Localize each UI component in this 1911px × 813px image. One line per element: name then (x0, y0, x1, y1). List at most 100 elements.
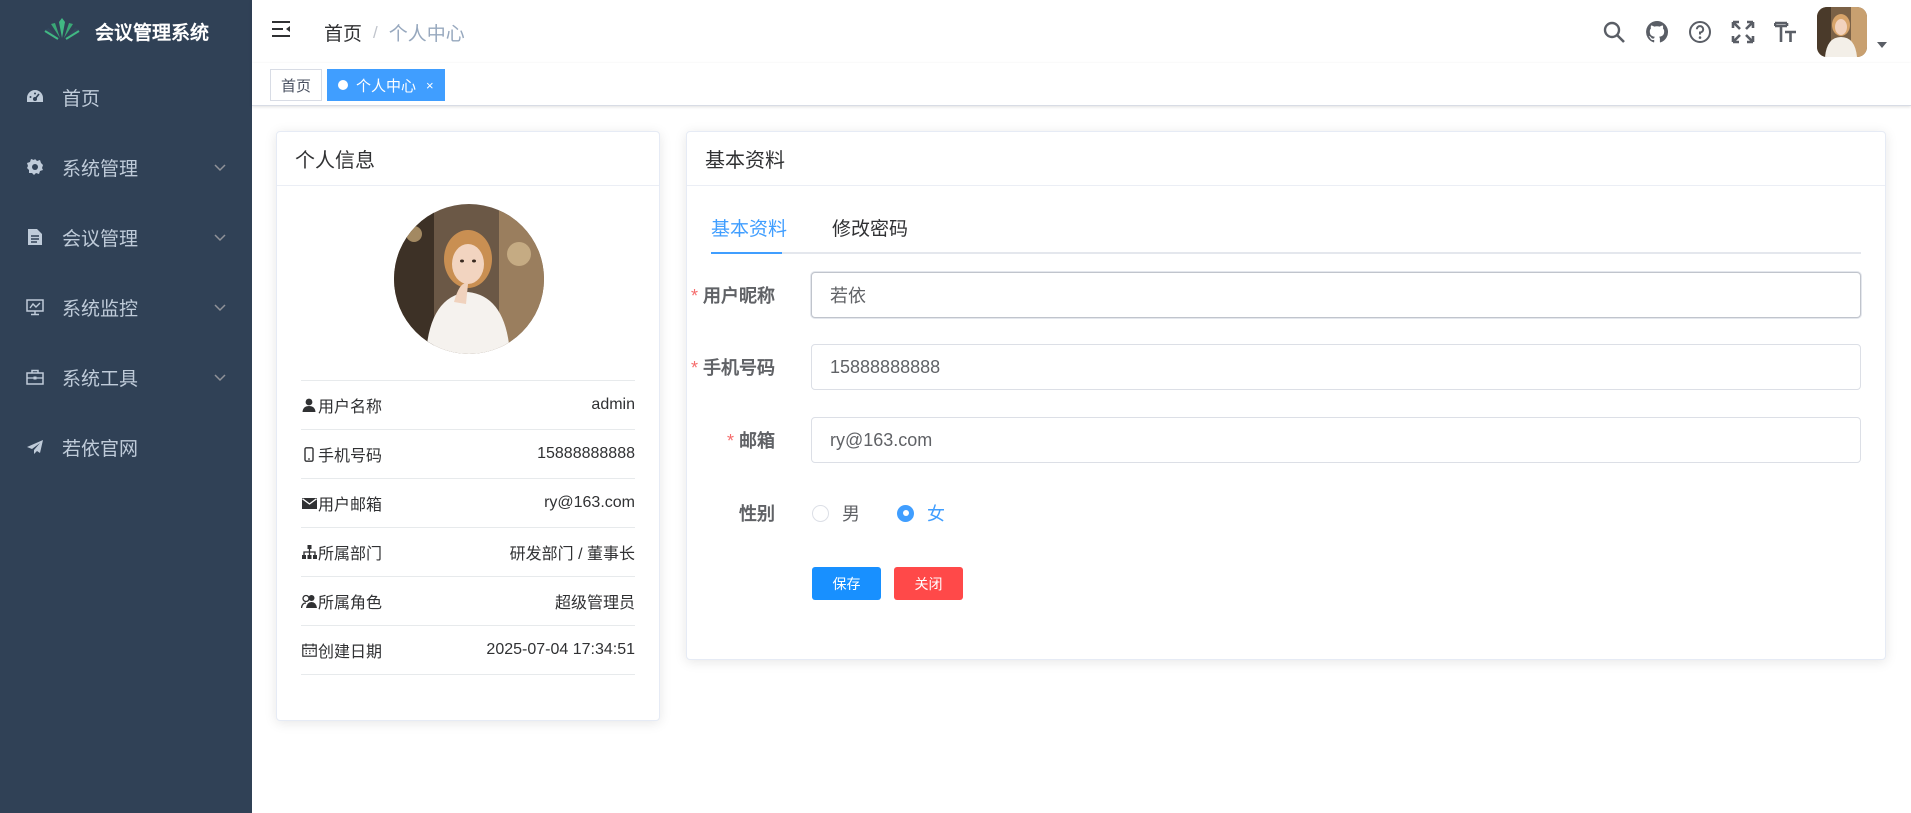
search-icon[interactable] (1601, 19, 1627, 45)
monitor-icon (24, 296, 46, 318)
info-label: 用户邮箱 (318, 497, 383, 514)
chevron-down-icon (214, 297, 226, 317)
caret-down-icon (1877, 33, 1887, 53)
sidebar-item-label: 系统工具 (62, 368, 139, 390)
nickname-label: * 用户昵称 (691, 282, 775, 308)
paper-plane-icon (24, 436, 46, 458)
phone-input[interactable]: 15888888888 (811, 344, 1861, 390)
hamburger-icon[interactable] (270, 18, 296, 44)
peoples-icon (301, 593, 317, 609)
navbar: 首页 / 个人中心 (252, 0, 1911, 63)
logo-icon (43, 17, 81, 45)
close-icon[interactable]: × (426, 78, 434, 93)
active-dot (338, 80, 348, 90)
radio-circle (897, 504, 914, 522)
close-button[interactable]: 关闭 (894, 567, 963, 600)
info-value: ry@163.com (544, 494, 635, 511)
sidebar-item-monitor[interactable]: 系统监控 (0, 272, 252, 342)
mail-icon (301, 495, 317, 511)
active-tab-indicator (711, 252, 782, 254)
toolbox-icon (24, 366, 46, 388)
phone-row: * 手机号码 15888888888 (687, 344, 1861, 390)
radio-circle (812, 504, 829, 522)
sidebar-item-tools[interactable]: 系统工具 (0, 342, 252, 412)
sidebar-item-system[interactable]: 系统管理 (0, 132, 252, 202)
card-title: 个人信息 (277, 132, 659, 186)
info-label: 所属部门 (318, 546, 383, 563)
tags-view: 首页 个人中心 × (252, 63, 1911, 106)
required-mark: * (690, 286, 698, 306)
tab-basic-info[interactable]: 基本资料 (711, 210, 787, 254)
document-icon (24, 226, 46, 248)
email-label-text: 邮箱 (739, 431, 775, 451)
tree-icon (301, 544, 317, 560)
font-size-icon[interactable] (1773, 19, 1799, 45)
calendar-icon (301, 642, 317, 658)
github-icon[interactable] (1644, 19, 1670, 45)
radio-label: 男 (842, 504, 860, 524)
card-title: 基本资料 (687, 132, 1885, 186)
info-label: 用户名称 (318, 399, 383, 416)
sidebar-item-label: 系统监控 (62, 298, 139, 320)
phone-icon (301, 446, 317, 462)
user-icon (301, 397, 317, 413)
info-value: 15888888888 (537, 445, 635, 462)
sidebar-item-label: 会议管理 (62, 228, 139, 250)
gender-radio-male[interactable]: 男 (812, 500, 860, 526)
profile-avatar[interactable] (394, 204, 544, 354)
info-value: admin (591, 396, 635, 413)
breadcrumb: 首页 / 个人中心 (324, 19, 465, 46)
email-label: * 邮箱 (727, 427, 775, 453)
info-label: 所属角色 (318, 595, 383, 612)
logo[interactable]: 会议管理系统 (0, 0, 252, 62)
info-value: 2025-07-04 17:34:51 (486, 641, 635, 658)
email-input[interactable]: ry@163.com (811, 417, 1861, 463)
info-label: 手机号码 (318, 448, 383, 465)
phone-label-text: 手机号码 (703, 358, 775, 378)
gender-label: 性别 (739, 504, 775, 524)
tab-change-password[interactable]: 修改密码 (832, 210, 908, 254)
sidebar-item-label: 系统管理 (62, 158, 139, 180)
list-item: 用户名称 admin (301, 381, 635, 430)
info-label: 创建日期 (318, 644, 383, 661)
sidebar-item-home[interactable]: 首页 (0, 62, 252, 132)
sidebar-item-label: 首页 (62, 88, 101, 110)
tag-label: 首页 (281, 77, 312, 95)
tag-home[interactable]: 首页 (270, 69, 323, 101)
info-value: 研发部门 / 董事长 (509, 546, 635, 563)
sidebar-item-meeting[interactable]: 会议管理 (0, 202, 252, 272)
nickname-label-text: 用户昵称 (703, 286, 775, 306)
nickname-row: * 用户昵称 若依 (687, 272, 1861, 318)
sidebar-item-website[interactable]: 若依官网 (0, 412, 252, 482)
list-item: 创建日期 2025-07-04 17:34:51 (301, 626, 635, 675)
breadcrumb-home[interactable]: 首页 (324, 19, 362, 46)
phone-label: * 手机号码 (691, 354, 775, 380)
gender-row: 性别 男 女 (687, 490, 1861, 536)
tag-profile[interactable]: 个人中心 × (327, 69, 445, 101)
breadcrumb-current: 个人中心 (388, 24, 465, 45)
basic-info-card: 基本资料 基本资料 修改密码 * 用户昵称 若依 * 手机号码 1588888888… (686, 131, 1886, 660)
fullscreen-icon[interactable] (1730, 19, 1756, 45)
profile-info-list: 用户名称 admin 手机号码 15888888888 用户邮箱 ry@163.… (301, 380, 635, 675)
tag-label: 个人中心 (356, 77, 417, 95)
dashboard-icon (24, 86, 46, 108)
help-icon[interactable] (1687, 19, 1713, 45)
list-item: 所属部门 研发部门 / 董事长 (301, 528, 635, 577)
gender-radio-female[interactable]: 女 (897, 500, 945, 526)
list-item: 所属角色 超级管理员 (301, 577, 635, 626)
app-title: 会议管理系统 (94, 22, 209, 44)
radio-label: 女 (927, 504, 945, 524)
user-avatar-dropdown[interactable] (1817, 6, 1887, 57)
save-button[interactable]: 保存 (812, 567, 881, 600)
required-mark: * (726, 431, 734, 451)
gear-icon (24, 156, 46, 178)
right-menu (1584, 0, 1887, 63)
chevron-down-icon (214, 227, 226, 247)
chevron-down-icon (214, 157, 226, 177)
avatar (1817, 6, 1867, 57)
list-item: 手机号码 15888888888 (301, 430, 635, 479)
nickname-input[interactable]: 若依 (811, 272, 1861, 318)
required-mark: * (690, 358, 698, 378)
tabs: 基本资料 修改密码 (711, 210, 1861, 254)
email-row: * 邮箱 ry@163.com (687, 417, 1861, 463)
